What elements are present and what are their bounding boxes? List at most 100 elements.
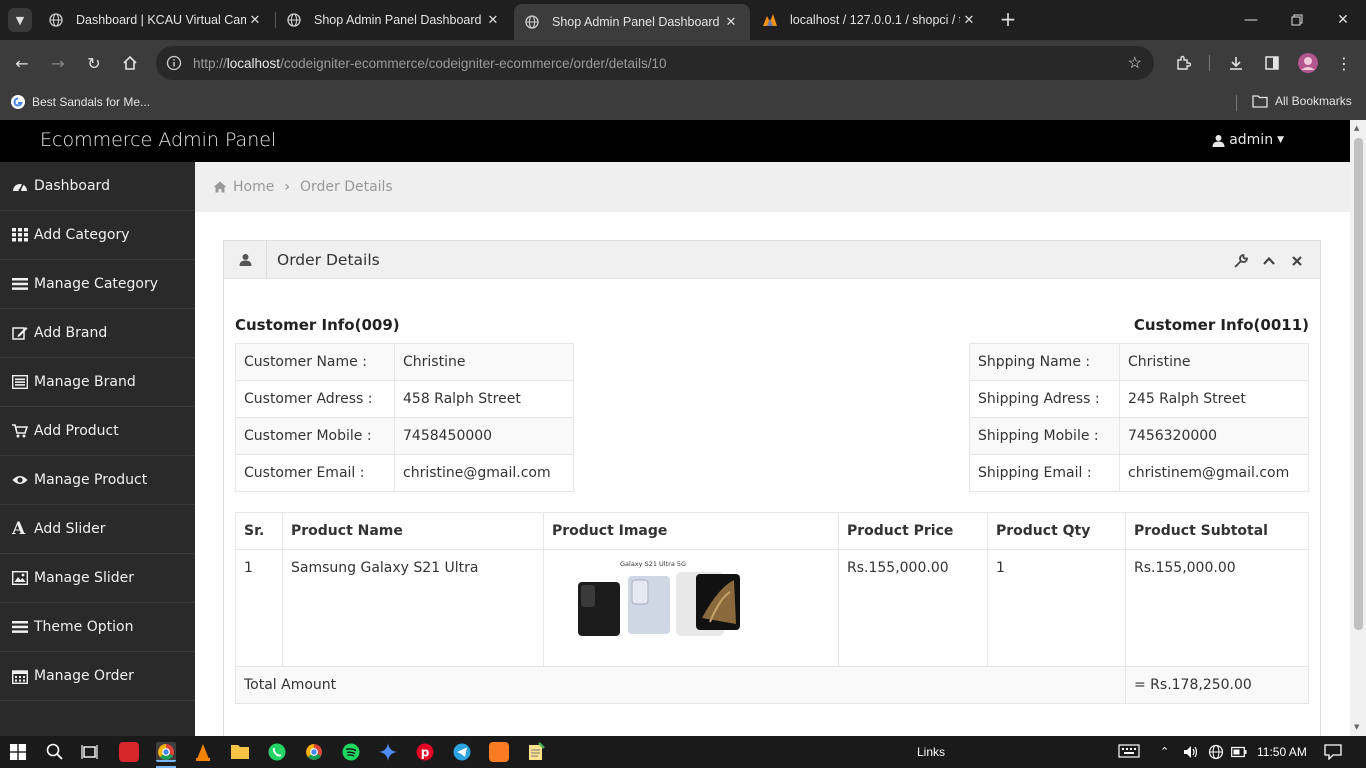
home-icon[interactable]: [117, 50, 143, 76]
google-icon: [11, 95, 25, 109]
phpmyadmin-icon: [762, 12, 778, 28]
folder-icon: [1252, 95, 1268, 108]
file-explorer-icon[interactable]: [230, 742, 250, 762]
customer-name-label: Customer Name :: [235, 343, 395, 381]
url-scheme: http://: [193, 55, 227, 71]
network-globe-icon[interactable]: [1208, 744, 1224, 763]
spotify-icon[interactable]: [341, 742, 361, 762]
sidebar-item-dashboard[interactable]: Dashboard: [0, 162, 195, 211]
windows-start-icon[interactable]: [10, 744, 26, 763]
table-row: Customer Mobile :7458450000: [235, 417, 574, 455]
breadcrumb-home-link[interactable]: Home: [233, 179, 274, 195]
minimize-button[interactable]: —: [1228, 0, 1274, 40]
forward-icon[interactable]: →: [45, 50, 71, 76]
sidebar-item-manage-category[interactable]: Manage Category: [0, 260, 195, 309]
breadcrumb: Home › Order Details: [195, 162, 1350, 212]
close-window-button[interactable]: ✕: [1320, 0, 1366, 40]
customer-email-value: christine@gmail.com: [394, 454, 574, 492]
pinterest-icon[interactable]: p: [415, 742, 435, 762]
sidebar-item-add-slider[interactable]: A Add Slider: [0, 505, 195, 554]
sidebar-item-manage-slider[interactable]: Manage Slider: [0, 554, 195, 603]
sidebar-item-add-category[interactable]: Add Category: [0, 211, 195, 260]
task-view-icon[interactable]: [81, 744, 98, 763]
scroll-up-arrow[interactable]: ▲: [1354, 124, 1359, 132]
tab-title: localhost / 127.0.0.1 / shopci / tl: [790, 13, 960, 27]
sidebar-item-manage-order[interactable]: Manage Order: [0, 652, 195, 701]
tab-title: Shop Admin Panel Dashboard: [552, 15, 720, 29]
close-icon[interactable]: ✕: [246, 12, 264, 28]
profile-avatar[interactable]: [1295, 50, 1321, 76]
product-name: Samsung Galaxy S21 Ultra: [282, 549, 544, 667]
sidebar-item-label: Theme Option: [34, 619, 134, 635]
search-icon[interactable]: [46, 743, 63, 763]
wrench-icon[interactable]: [1234, 253, 1248, 272]
tab-search-button[interactable]: ▼: [8, 8, 32, 32]
column-header: Product Price: [838, 512, 988, 550]
tab-kcau[interactable]: Dashboard | KCAU Virtual Camp ✕: [38, 4, 274, 36]
address-bar[interactable]: http://localhost/codeigniter-ecommerce/c…: [156, 46, 1154, 80]
sidebar-item-manage-product[interactable]: Manage Product: [0, 456, 195, 505]
bookmarks-bar: Best Sandals for Me... All Bookmarks: [0, 86, 1366, 120]
xampp-icon[interactable]: [489, 742, 509, 762]
whatsapp-icon[interactable]: [267, 742, 287, 762]
tab-phpmyadmin[interactable]: localhost / 127.0.0.1 / shopci / tl ✕: [752, 4, 988, 36]
sidebar-item-label: Add Product: [34, 423, 119, 439]
wps-office-icon[interactable]: [119, 742, 139, 762]
bookmark-star-icon[interactable]: ☆: [1128, 53, 1142, 73]
back-icon[interactable]: ←: [9, 50, 35, 76]
close-icon[interactable]: [1290, 253, 1304, 272]
chrome-icon[interactable]: [156, 742, 176, 762]
more-menu-icon[interactable]: ⋮: [1331, 50, 1357, 76]
links-toolbar[interactable]: Links: [917, 745, 945, 759]
all-bookmarks-button[interactable]: All Bookmarks: [1252, 94, 1352, 108]
user-menu[interactable]: admin ▼: [1212, 132, 1284, 148]
clock[interactable]: 11:50 AM: [1257, 745, 1307, 759]
sidebar-item-label: Manage Order: [34, 668, 134, 684]
brand-title[interactable]: Ecommerce Admin Panel: [40, 129, 276, 151]
gemini-icon[interactable]: [378, 742, 398, 762]
customer-mobile-label: Customer Mobile :: [235, 417, 395, 455]
all-bookmarks-label: All Bookmarks: [1275, 94, 1352, 108]
sidebar-item-manage-brand[interactable]: Manage Brand: [0, 358, 195, 407]
sidebar-item-add-brand[interactable]: Add Brand: [0, 309, 195, 358]
restore-button[interactable]: [1274, 0, 1320, 40]
close-icon[interactable]: ✕: [484, 12, 502, 28]
shipping-info-table: Shpping Name : Christine Shipping Adress …: [969, 343, 1309, 492]
product-subtotal: Rs.155,000.00: [1125, 549, 1309, 667]
vlc-icon[interactable]: [193, 742, 213, 762]
edit-icon: [12, 326, 32, 340]
notifications-icon[interactable]: [1324, 744, 1342, 763]
battery-icon[interactable]: [1231, 746, 1247, 761]
chevron-up-icon[interactable]: ⌃: [1160, 745, 1169, 758]
username: admin: [1229, 132, 1274, 148]
extensions-icon[interactable]: [1170, 50, 1196, 76]
chevron-up-icon[interactable]: [1262, 253, 1276, 272]
sidebar-item-label: Add Slider: [34, 521, 106, 537]
download-icon[interactable]: [1223, 50, 1249, 76]
scroll-down-arrow[interactable]: ▼: [1354, 723, 1359, 731]
chevron-right-icon: ›: [284, 179, 290, 195]
notepad-icon[interactable]: [526, 742, 546, 762]
table-row: Customer Adress :458 Ralph Street: [235, 380, 574, 418]
new-tab-button[interactable]: +: [996, 8, 1020, 32]
scrollbar-thumb[interactable]: [1354, 138, 1363, 630]
volume-icon[interactable]: [1183, 744, 1199, 763]
tab-shop-admin-1[interactable]: Shop Admin Panel Dashboard ✕: [276, 4, 512, 36]
keyboard-icon[interactable]: [1118, 743, 1140, 762]
info-icon[interactable]: [164, 53, 184, 73]
reload-icon[interactable]: ↻: [81, 50, 107, 76]
side-panel-icon[interactable]: [1259, 50, 1285, 76]
table-row: Shpping Name : Christine: [969, 343, 1309, 381]
close-icon[interactable]: ✕: [722, 14, 740, 30]
cart-icon: [12, 424, 32, 438]
close-icon[interactable]: ✕: [960, 12, 978, 28]
product-image-caption: Galaxy S21 Ultra 5G: [620, 560, 687, 568]
telegram-icon[interactable]: [452, 742, 472, 762]
page-scrollbar[interactable]: ▲ ▼: [1350, 120, 1366, 736]
tab-shop-admin-active[interactable]: Shop Admin Panel Dashboard ✕: [514, 4, 750, 40]
sidebar-item-theme-option[interactable]: Theme Option: [0, 603, 195, 652]
shipping-mobile-label: Shipping Mobile :: [969, 417, 1120, 455]
bookmark-item[interactable]: Best Sandals for Me...: [10, 94, 150, 110]
sidebar-item-add-product[interactable]: Add Product: [0, 407, 195, 456]
chrome-profile-icon[interactable]: [304, 742, 324, 762]
